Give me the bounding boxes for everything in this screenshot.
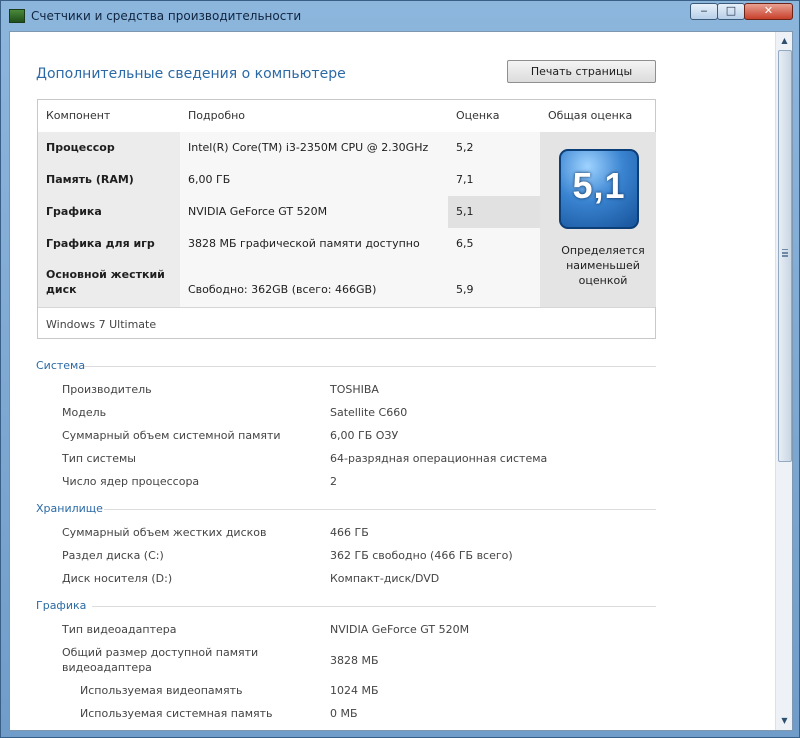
page-title: Дополнительные сведения о компьютере <box>36 66 346 82</box>
title-bar[interactable]: Счетчики и средства производительности ‒… <box>1 1 799 31</box>
table-row: Графика для игр 3828 МБ графической памя… <box>38 228 540 260</box>
row-detail: 6,00 ГБ <box>188 173 231 186</box>
row-score: 5,2 <box>456 141 474 154</box>
info-value: Satellite C660 <box>330 406 408 419</box>
row-score: 6,5 <box>456 237 474 250</box>
info-label: Используемая видеопамять <box>80 684 243 697</box>
header-overall: Общая оценка <box>548 109 633 122</box>
overall-score-panel: 5,1 Определяется наименьшей оценкой <box>540 132 656 307</box>
app-window: Счетчики и средства производительности ‒… <box>0 0 800 738</box>
section-storage-title: Хранилище <box>36 502 103 515</box>
section-graphics-title: Графика <box>36 599 87 612</box>
table-row: Графика NVIDIA GeForce GT 520M 5,1 <box>38 196 540 228</box>
row-component-line2: диск <box>46 283 77 296</box>
row-detail: Intel(R) Core(TM) i3-2350M CPU @ 2.30GHz <box>188 141 429 154</box>
info-value: 0 МБ <box>330 707 358 720</box>
window-title: Счетчики и средства производительности <box>31 9 302 23</box>
divider <box>84 366 656 367</box>
windows-edition: Windows 7 Ultimate <box>46 318 157 331</box>
info-value: Компакт-диск/DVD <box>330 572 440 585</box>
print-page-button[interactable]: Печать страницы <box>507 60 656 83</box>
table-row: Основной жесткий диск Свободно: 362GB (в… <box>38 260 540 307</box>
row-score: 5,1 <box>456 205 474 218</box>
row-component: Память (RAM) <box>46 173 134 186</box>
info-value: NVIDIA GeForce GT 520M <box>330 623 470 636</box>
info-label: Суммарный объем системной памяти <box>62 429 281 442</box>
table-row: Процессор Intel(R) Core(TM) i3-2350M CPU… <box>38 132 540 164</box>
info-label-line2: видеоадаптера <box>62 661 152 674</box>
divider <box>104 509 656 510</box>
performance-app-icon <box>9 9 25 23</box>
maximize-button[interactable]: □ <box>717 3 745 20</box>
info-value: 2 <box>330 475 337 488</box>
info-value: 466 ГБ <box>330 526 369 539</box>
grip-icon <box>782 249 788 251</box>
overall-score-value: 5,1 <box>572 165 626 206</box>
info-value: TOSHIBA <box>330 383 379 396</box>
row-component: Графика для игр <box>46 237 155 250</box>
overall-score-note: Определяется наименьшей оценкой <box>561 244 645 287</box>
info-label: Общий размер доступной памяти <box>62 646 259 659</box>
info-label: Число ядер процессора <box>62 475 200 488</box>
row-component: Процессор <box>46 141 115 154</box>
info-label: Тип системы <box>62 452 136 465</box>
row-score: 5,9 <box>456 283 474 296</box>
info-label: Используемая системная память <box>80 707 273 720</box>
scrollbar-thumb[interactable] <box>778 50 792 462</box>
row-component: Графика <box>46 205 102 218</box>
header-detail: Подробно <box>188 109 246 122</box>
info-label: Производитель <box>62 383 152 396</box>
score-table: Компонент Подробно Оценка Общая оценка П… <box>37 99 656 339</box>
vertical-scrollbar[interactable]: ▲ ▼ <box>775 32 792 730</box>
row-detail: NVIDIA GeForce GT 520M <box>188 205 328 218</box>
row-component: Основной жесткий <box>46 268 165 281</box>
info-label: Суммарный объем жестких дисков <box>62 526 267 539</box>
table-row: Память (RAM) 6,00 ГБ 7,1 <box>38 164 540 196</box>
row-score: 7,1 <box>456 173 474 186</box>
minimize-button[interactable]: ‒ <box>690 3 718 20</box>
info-label: Диск носителя (D:) <box>62 572 173 585</box>
header-score: Оценка <box>456 109 500 122</box>
info-value: 6,00 ГБ ОЗУ <box>330 429 399 442</box>
row-detail: 3828 МБ графической памяти доступно <box>188 237 420 250</box>
close-button[interactable]: ✕ <box>744 3 793 20</box>
content-area: Дополнительные сведения о компьютере Печ… <box>9 31 793 731</box>
section-system-title: Система <box>36 359 86 372</box>
info-label: Модель <box>62 406 107 419</box>
base-score-badge-icon: 5,1 <box>559 149 639 229</box>
info-label: Тип видеоадаптера <box>62 623 177 636</box>
info-value: 64-разрядная операционная система <box>330 452 548 465</box>
header-component: Компонент <box>46 109 111 122</box>
info-value: 362 ГБ свободно (466 ГБ всего) <box>330 549 513 562</box>
info-value: 3828 МБ <box>330 654 379 667</box>
divider <box>38 307 655 308</box>
scroll-up-arrow-icon[interactable]: ▲ <box>778 33 791 48</box>
row-detail: Свободно: 362GB (всего: 466GB) <box>188 283 377 296</box>
info-label: Раздел диска (C:) <box>62 549 164 562</box>
info-value: 1024 МБ <box>330 684 379 697</box>
divider <box>92 606 656 607</box>
scroll-down-arrow-icon[interactable]: ▼ <box>778 713 791 728</box>
